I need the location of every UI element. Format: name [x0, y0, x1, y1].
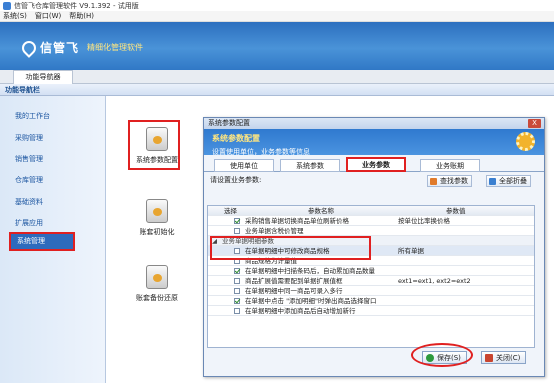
row-checkbox[interactable] — [234, 278, 240, 284]
brand-name: 信管飞 — [40, 41, 80, 55]
app-icon — [3, 1, 11, 10]
param-value: 所有单据 — [398, 247, 424, 255]
sidebar-item-purchase[interactable]: 采购管理 — [15, 132, 43, 144]
close-label: 关闭(C) — [496, 354, 521, 362]
tile-backup-restore[interactable]: 账套备份还原 — [129, 265, 185, 303]
row-checkbox[interactable] — [234, 218, 240, 224]
param-name: 在单据明细中添加商品后自动增加新行 — [245, 307, 356, 315]
brand-tagline: 精细化管理软件 — [87, 43, 144, 52]
gear-icon — [516, 132, 535, 151]
param-name: 采购销售单据切换商品单位刷新价格 — [245, 217, 349, 225]
dialog-header-title: 系统参数配置 — [212, 134, 260, 143]
table-row[interactable]: 业务单据含税价管理 — [208, 226, 534, 236]
find-param-label: 查找参数 — [440, 177, 468, 185]
logo-icon — [19, 37, 39, 58]
logo: 信管飞 精细化管理软件 — [19, 37, 144, 58]
grid-header: 选择 参数名称 参数值 — [208, 206, 534, 216]
sidebar-item-basics[interactable]: 基础资料 — [15, 196, 43, 208]
fold-all-label: 全部折叠 — [499, 177, 527, 185]
tab-business-params[interactable]: 业务参数 — [346, 157, 406, 172]
menu-help[interactable]: 帮助(H) — [69, 11, 94, 21]
collapse-icon — [489, 178, 496, 185]
tile-account-init[interactable]: 账套初始化 — [129, 199, 185, 237]
sidebar-item-workbench[interactable]: 我的工作台 — [15, 110, 50, 122]
dialog-header-subtitle: 设置使用单位，业务参数等信息 — [212, 148, 310, 156]
highlight-config-tile — [128, 120, 180, 170]
tab-system-params[interactable]: 系统参数 — [280, 159, 340, 172]
param-name: 商品扩展值需要配到单据扩展值框 — [245, 277, 343, 285]
param-name: 业务单据含税价管理 — [245, 227, 304, 235]
col-select: 选择 — [224, 207, 237, 215]
table-row[interactable]: 在单据明细中添加商品后自动增加新行 — [208, 306, 534, 316]
row-checkbox[interactable] — [234, 228, 240, 234]
menu-system[interactable]: 系统(S) — [3, 11, 27, 21]
fold-all-button[interactable]: 全部折叠 — [486, 175, 531, 187]
sidebar: 我的工作台 采购管理 销售管理 仓库管理 基础资料 扩展应用 系统管理 — [0, 96, 106, 383]
param-grid: 选择 参数名称 参数值 采购销售单据切换商品单位刷新价格 按单位比率换价格 业务… — [207, 205, 535, 348]
param-toolbar: 请设置业务参数: 查找参数 全部折叠 — [204, 172, 544, 189]
sidebar-item-sales[interactable]: 销售管理 — [15, 153, 43, 165]
sidebar-item-extensions[interactable]: 扩展应用 — [15, 217, 43, 229]
banner: 信管飞 精细化管理软件 — [0, 22, 554, 70]
dialog-tabs: 使用单位 系统参数 业务参数 业务账期 — [204, 157, 544, 172]
tile-label: 账套初始化 — [139, 228, 175, 236]
menu-bar: 系统(S) 窗口(W) 帮助(H) — [0, 11, 554, 22]
param-name: 在单据明细中扫描条码后，自动累加商品数量 — [245, 267, 375, 275]
tile-label: 账套备份还原 — [136, 294, 178, 302]
param-name: 在单据明细中同一商品可录入多行 — [245, 287, 343, 295]
table-row[interactable]: 在单据中点击 "添加明细"时弹出商品选择窗口 — [208, 296, 534, 306]
exit-icon — [485, 354, 493, 362]
tab-business-period[interactable]: 业务账期 — [420, 159, 480, 172]
close-button[interactable]: 关闭(C) — [481, 351, 527, 364]
sidebar-item-system[interactable]: 系统管理 — [9, 232, 75, 251]
row-checkbox[interactable] — [234, 298, 240, 304]
prompt-label: 请设置业务参数: — [210, 176, 262, 184]
param-value: ext1=ext1, ext2=ext2 — [398, 277, 471, 285]
nav-header: 功能导航栏 — [0, 84, 554, 96]
table-row[interactable]: 采购销售单据切换商品单位刷新价格 按单位比率换价格 — [208, 216, 534, 226]
close-icon[interactable]: X — [528, 119, 541, 128]
dialog-title: 系统参数配置 — [208, 119, 250, 127]
row-checkbox[interactable] — [234, 268, 240, 274]
tab-unit[interactable]: 使用单位 — [214, 159, 274, 172]
database-icon — [146, 199, 168, 223]
param-value: 按单位比率换价格 — [398, 217, 450, 225]
row-checkbox[interactable] — [234, 308, 240, 314]
table-row[interactable]: 商品扩展值需要配到单据扩展值框 ext1=ext1, ext2=ext2 — [208, 276, 534, 286]
param-name: 在单据中点击 "添加明细"时弹出商品选择窗口 — [245, 297, 377, 305]
col-param-name: 参数名称 — [308, 207, 334, 215]
tab-strip: 功能导航器 — [0, 70, 554, 84]
app-title: 信管飞仓库管理软件 V9.1.392 - 试用版 — [14, 1, 139, 10]
highlight-group-row — [210, 236, 371, 260]
table-row[interactable]: 在单据明细中扫描条码后，自动累加商品数量 — [208, 266, 534, 276]
database-backup-icon — [146, 265, 168, 289]
search-icon — [430, 178, 437, 185]
row-checkbox[interactable] — [234, 288, 240, 294]
find-param-button[interactable]: 查找参数 — [427, 175, 472, 187]
tab-nav[interactable]: 功能导航器 — [13, 70, 73, 84]
title-bar: 信管飞仓库管理软件 V9.1.392 - 试用版 — [0, 0, 554, 11]
dialog-header: 系统参数配置 设置使用单位，业务参数等信息 — [204, 129, 544, 156]
menu-window[interactable]: 窗口(W) — [35, 11, 61, 21]
table-row[interactable]: 在单据明细中同一商品可录入多行 — [208, 286, 534, 296]
sidebar-item-warehouse[interactable]: 仓库管理 — [15, 174, 43, 186]
highlight-save-button — [411, 343, 473, 367]
dialog-titlebar: 系统参数配置 X — [204, 118, 544, 129]
col-param-value: 参数值 — [446, 207, 466, 215]
